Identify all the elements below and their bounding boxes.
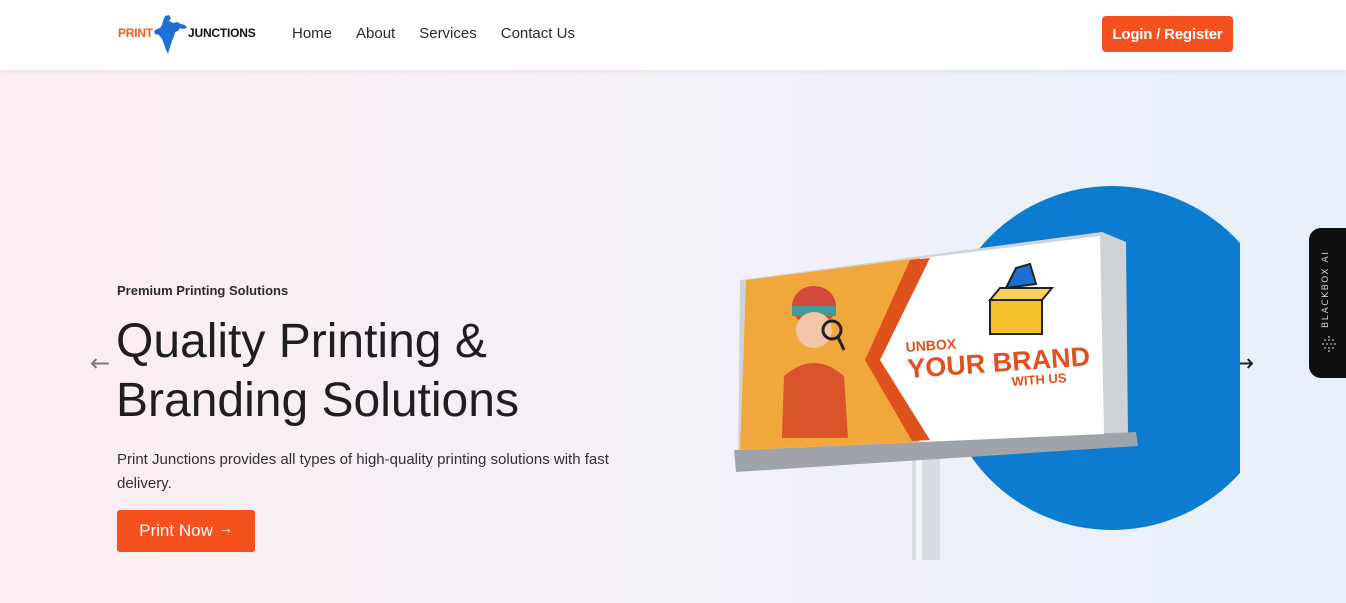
- carousel-prev-button[interactable]: ←: [90, 351, 110, 375]
- brand-logo[interactable]: PRINT JUNCTIONS: [118, 14, 258, 56]
- arrow-left-icon: ←: [90, 349, 111, 377]
- arrow-right-icon: →: [218, 520, 233, 536]
- hero-eyebrow: Premium Printing Solutions: [117, 283, 289, 298]
- nav-home[interactable]: Home: [292, 25, 332, 42]
- login-register-button[interactable]: Login / Register: [1102, 16, 1233, 52]
- logo-text-junctions: JUNCTIONS: [188, 26, 256, 40]
- blackbox-ai-label: BLACKBOX AI: [1321, 250, 1331, 328]
- india-map-icon: [154, 15, 187, 54]
- logo-text-print: PRINT: [118, 26, 154, 40]
- nav-about[interactable]: About: [356, 25, 395, 42]
- print-now-button[interactable]: Print Now →: [117, 510, 255, 552]
- headline-line-2: Branding Solutions: [116, 374, 519, 427]
- blackbox-ai-widget[interactable]: BLACKBOX AI: [1309, 228, 1346, 378]
- billboard-illustration: UNBOX YOUR BRAND WITH US: [734, 186, 1240, 560]
- print-now-label: Print Now: [139, 521, 213, 540]
- hero-headline: Quality Printing & Branding Solutions: [116, 312, 676, 430]
- hero-description: Print Junctions provides all types of hi…: [117, 451, 609, 492]
- headline-line-1: Quality Printing &: [116, 315, 487, 368]
- nav-contact[interactable]: Contact Us: [501, 25, 575, 42]
- nav-services[interactable]: Services: [419, 25, 477, 42]
- site-header: PRINT JUNCTIONS Home About Services Cont…: [0, 0, 1346, 70]
- main-nav: Home About Services Contact Us: [292, 25, 575, 42]
- blackbox-dots-icon: [1322, 336, 1336, 352]
